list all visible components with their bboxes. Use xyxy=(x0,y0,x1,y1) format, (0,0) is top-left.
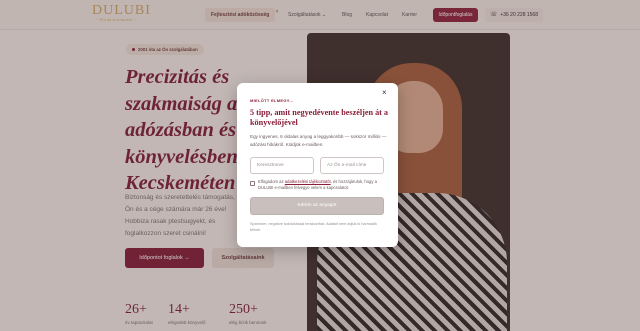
recaptcha-badge xyxy=(578,311,614,321)
modal-kicker: MIELŐTT ELMEGY... xyxy=(250,98,294,103)
modal-title: 5 tipp, amit negyedévente beszéljen át a… xyxy=(250,108,389,127)
close-icon[interactable]: × xyxy=(382,88,387,97)
modal-footer-note: Spammer, negatíve tudósítással terakozth… xyxy=(250,222,377,232)
first-name-input[interactable]: Keresztneve xyxy=(250,157,314,174)
consent-before: Elfogadom az xyxy=(258,179,285,184)
submit-button[interactable]: Kérem az anyagot xyxy=(250,197,384,215)
modal-description: Egy ingyenes, 6 oldalas anyag a leggyako… xyxy=(250,134,387,147)
lead-magnet-modal: × MIELŐTT ELMEGY... 5 tipp, amit negyedé… xyxy=(237,83,398,247)
privacy-policy-link[interactable]: adatkezelési tájékoztatót xyxy=(285,179,331,184)
consent-text: Elfogadom az adatkezelési tájékoztatót, … xyxy=(258,179,388,191)
email-input[interactable]: Az Ön e-mail címe xyxy=(320,157,384,174)
consent-checkbox[interactable] xyxy=(250,181,255,186)
